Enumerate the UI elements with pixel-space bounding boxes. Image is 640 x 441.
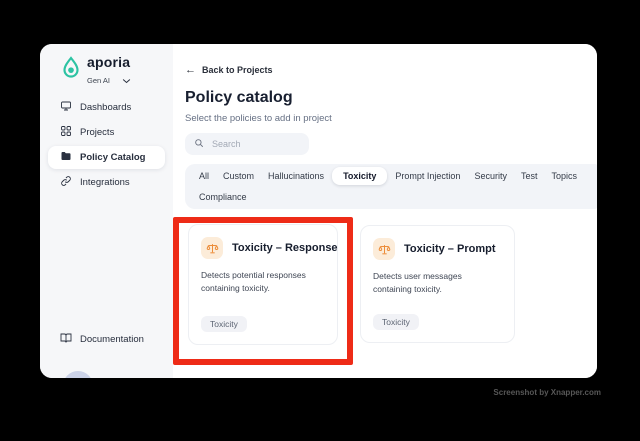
sidebar-item-projects[interactable]: Projects [48, 121, 165, 144]
link-icon [60, 175, 72, 190]
card-tag-toxicity: Toxicity [201, 316, 247, 332]
card-title: Toxicity – Response [232, 242, 338, 254]
policy-card-toxicity-prompt[interactable]: Toxicity – Prompt Detects user messages … [360, 225, 515, 343]
sidebar-item-label: Projects [80, 127, 115, 138]
tab-topics[interactable]: Topics [545, 167, 583, 185]
folder-icon [60, 150, 72, 165]
tab-test[interactable]: Test [515, 167, 544, 185]
tab-toxicity[interactable]: Toxicity [332, 167, 388, 185]
scales-icon [373, 238, 395, 260]
sidebar-item-label: Integrations [80, 177, 130, 188]
sidebar-nav: Dashboards Projects Policy Catalog Integ… [48, 96, 165, 196]
dashboards-icon [60, 100, 72, 115]
search-icon [194, 135, 204, 153]
app-window: aporia Gen AI Dashboards Projects Policy… [40, 44, 597, 378]
projects-icon [60, 125, 72, 140]
screenshot-stage: aporia Gen AI Dashboards Projects Policy… [0, 0, 640, 441]
sidebar-item-integrations[interactable]: Integrations [48, 171, 165, 194]
page-subtitle: Select the policies to add in project [185, 113, 332, 124]
sidebar-item-label: Documentation [80, 334, 144, 345]
sidebar: aporia Gen AI Dashboards Projects Policy… [40, 44, 173, 378]
brand-logo: aporia Gen AI [61, 55, 131, 89]
search-input[interactable] [210, 138, 300, 150]
policy-card-toxicity-response[interactable]: Toxicity – Response Detects potential re… [188, 224, 338, 345]
avatar[interactable] [63, 371, 93, 378]
back-to-projects-link[interactable]: ← Back to Projects [185, 63, 273, 76]
policy-category-tabs: All Custom Hallucinations Toxicity Promp… [185, 164, 597, 209]
back-link-label: Back to Projects [202, 65, 273, 75]
card-description: Detects potential responses containing t… [201, 270, 306, 294]
sidebar-item-label: Dashboards [80, 102, 132, 113]
card-tag-toxicity: Toxicity [373, 314, 419, 330]
chevron-down-icon[interactable] [122, 71, 131, 89]
tab-custom[interactable]: Custom [217, 167, 260, 185]
back-arrow-icon: ← [185, 63, 196, 76]
sidebar-item-documentation[interactable]: Documentation [60, 332, 144, 347]
search-box[interactable] [185, 133, 309, 155]
card-title: Toxicity – Prompt [404, 243, 496, 255]
watermark-text: Screenshot by Xnapper.com [493, 388, 601, 397]
workspace-name: Gen AI [87, 75, 110, 85]
tab-compliance[interactable]: Compliance [193, 188, 253, 206]
aporia-droplet-icon [61, 55, 81, 86]
main-content: ← Back to Projects Policy catalog Select… [173, 44, 597, 378]
tab-security[interactable]: Security [468, 167, 513, 185]
tab-hallucinations[interactable]: Hallucinations [262, 167, 330, 185]
brand-name: aporia [87, 54, 131, 70]
sidebar-item-policy-catalog[interactable]: Policy Catalog [48, 146, 165, 169]
page-title: Policy catalog [185, 89, 293, 106]
tab-all[interactable]: All [193, 167, 215, 185]
sidebar-item-dashboards[interactable]: Dashboards [48, 96, 165, 119]
tab-prompt-injection[interactable]: Prompt Injection [389, 167, 466, 185]
book-icon [60, 332, 72, 347]
sidebar-item-label: Policy Catalog [80, 152, 146, 163]
card-description: Detects user messages containing toxicit… [373, 271, 462, 295]
scales-icon [201, 237, 223, 259]
